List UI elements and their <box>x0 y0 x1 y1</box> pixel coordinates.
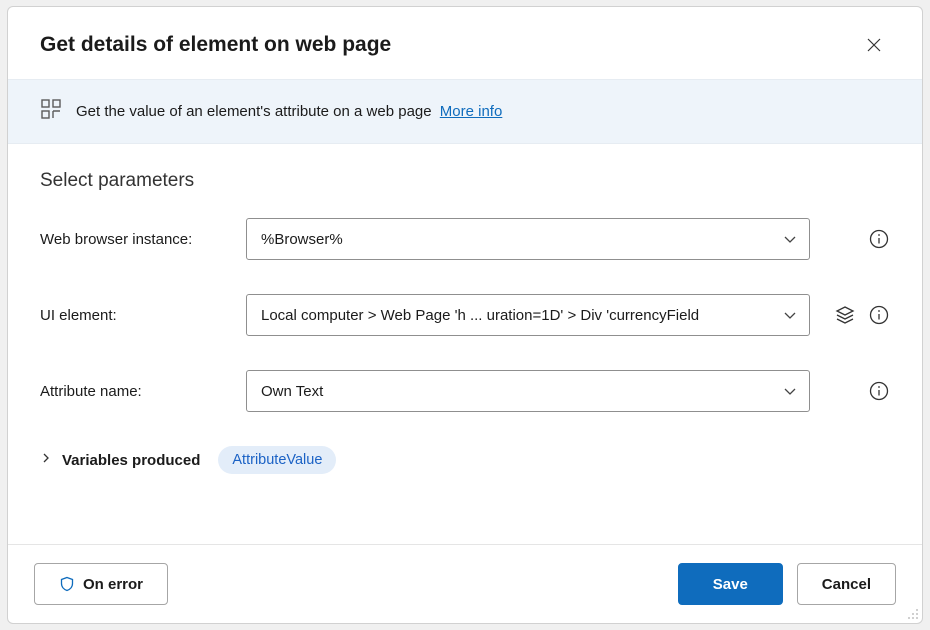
variables-produced-label: Variables produced <box>62 452 200 469</box>
web-browser-instance-value: %Browser% <box>261 231 775 248</box>
chevron-down-icon <box>783 232 797 246</box>
ui-element-label: UI element: <box>40 307 236 324</box>
field-ui-element: UI element: Local computer > Web Page 'h… <box>40 294 890 336</box>
resize-grip-icon <box>906 607 920 621</box>
field-actions <box>824 380 890 402</box>
field-actions <box>824 228 890 250</box>
on-error-label: On error <box>83 576 143 593</box>
element-details-icon <box>40 98 62 125</box>
field-attribute-name: Attribute name: Own Text <box>40 370 890 412</box>
chevron-right-icon <box>40 452 52 464</box>
attribute-name-select[interactable]: Own Text <box>246 370 810 412</box>
resize-grip[interactable] <box>906 607 920 621</box>
infobar-description: Get the value of an element's attribute … <box>76 103 432 120</box>
close-button[interactable] <box>858 29 890 61</box>
section-title: Select parameters <box>40 170 890 192</box>
dialog: Get details of element on web page Get t… <box>7 6 923 624</box>
field-actions <box>824 304 890 326</box>
close-icon <box>867 38 881 52</box>
field-web-browser-instance: Web browser instance: %Browser% <box>40 218 890 260</box>
footer-actions: Save Cancel <box>678 563 896 605</box>
infobar: Get the value of an element's attribute … <box>8 79 922 144</box>
web-browser-instance-info-button[interactable] <box>868 228 890 250</box>
ui-element-info-button[interactable] <box>868 304 890 326</box>
cancel-label: Cancel <box>822 576 871 593</box>
variables-toggle[interactable] <box>40 451 52 469</box>
variables-produced-row: Variables produced AttributeValue <box>40 446 890 474</box>
ui-element-value: Local computer > Web Page 'h ... uration… <box>261 307 775 324</box>
save-button[interactable]: Save <box>678 563 783 605</box>
variable-chip-attribute-value[interactable]: AttributeValue <box>218 446 336 474</box>
chevron-down-icon <box>783 384 797 398</box>
chevron-down-icon <box>783 308 797 322</box>
attribute-name-value: Own Text <box>261 383 775 400</box>
infobar-text: Get the value of an element's attribute … <box>76 103 502 120</box>
on-error-button[interactable]: On error <box>34 563 168 605</box>
dialog-body: Select parameters Web browser instance: … <box>8 144 922 544</box>
more-info-link[interactable]: More info <box>440 103 503 120</box>
web-browser-instance-label: Web browser instance: <box>40 231 236 248</box>
attribute-name-label: Attribute name: <box>40 383 236 400</box>
ui-element-select[interactable]: Local computer > Web Page 'h ... uration… <box>246 294 810 336</box>
layers-icon <box>835 305 855 325</box>
save-label: Save <box>713 576 748 593</box>
web-browser-instance-select[interactable]: %Browser% <box>246 218 810 260</box>
shield-icon <box>59 576 75 592</box>
cancel-button[interactable]: Cancel <box>797 563 896 605</box>
attribute-name-info-button[interactable] <box>868 380 890 402</box>
info-icon <box>869 229 889 249</box>
dialog-footer: On error Save Cancel <box>8 544 922 623</box>
dialog-title: Get details of element on web page <box>40 33 391 57</box>
ui-element-layers-button[interactable] <box>834 304 856 326</box>
info-icon <box>869 305 889 325</box>
dialog-header: Get details of element on web page <box>8 7 922 79</box>
info-icon <box>869 381 889 401</box>
